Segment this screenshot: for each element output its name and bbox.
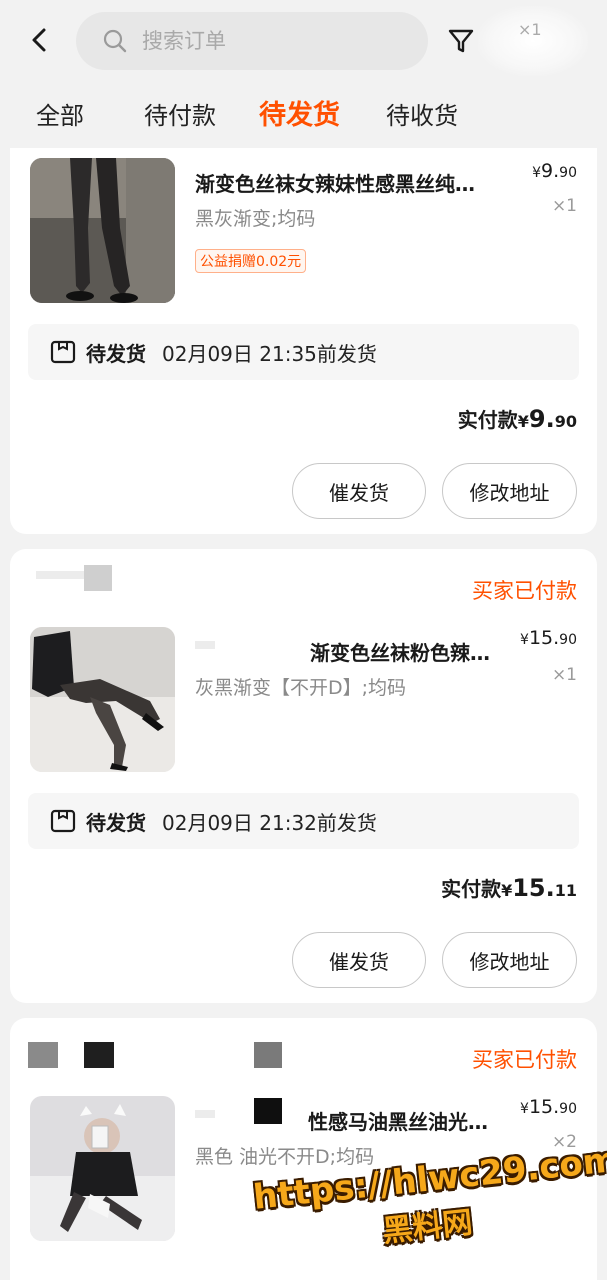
filter-button[interactable]: [446, 24, 480, 58]
amount-paid-label: 实付款: [441, 877, 502, 901]
search-bar[interactable]: [76, 12, 428, 70]
redacted-store-name: [28, 1042, 58, 1068]
redacted-text: [195, 641, 215, 649]
product-sku: 黑灰渐变;均码: [195, 208, 316, 230]
product-title[interactable]: 渐变色丝袜女辣妹性感黑丝纯…: [195, 168, 515, 197]
product-sku: 灰黑渐变【不开D】;均码: [195, 677, 407, 699]
shipping-status: 待发货: [86, 341, 146, 366]
top-bar: ×1 全部 待付款 待发货 待收货: [0, 0, 607, 148]
product-price: ¥9.90: [532, 160, 577, 182]
redacted-store-name: [84, 565, 112, 591]
price-integer: 15.: [528, 1096, 560, 1118]
filter-count: ×1: [518, 20, 542, 39]
product-photo-model: [30, 627, 175, 772]
tab-pending-receipt[interactable]: 待收货: [386, 96, 458, 131]
package-icon: [50, 340, 76, 364]
product-image[interactable]: [30, 627, 175, 772]
product-title[interactable]: 性感马油黑丝油光…: [308, 1106, 520, 1135]
amount-paid: 实付款¥9.90: [458, 404, 577, 433]
filter-icon: [448, 29, 474, 53]
shipping-deadline: 02月09日 21:35前发货: [162, 341, 377, 366]
shipping-info: 待发货 02月09日 21:35前发货: [28, 324, 579, 380]
urge-shipment-button[interactable]: 催发货: [292, 463, 426, 519]
redacted-store-name: [84, 1042, 114, 1068]
modify-address-button[interactable]: 修改地址: [442, 932, 577, 988]
price-cents: 90: [559, 165, 577, 181]
amount-paid-integer: 9.: [528, 405, 555, 433]
currency-symbol: ¥: [532, 165, 542, 181]
search-icon: [103, 29, 127, 53]
product-price: ¥15.90: [520, 1096, 577, 1118]
back-button[interactable]: [22, 22, 58, 58]
tab-pending-payment[interactable]: 待付款: [144, 96, 216, 131]
tab-all[interactable]: 全部: [36, 96, 84, 131]
redacted-area: [478, 6, 588, 76]
shipping-info: 待发货 02月09日 21:32前发货: [28, 793, 579, 849]
chevron-left-icon: [32, 28, 46, 52]
product-sku: 黑色 油光不开D;均码: [195, 1146, 375, 1168]
product-photo-legs: [30, 158, 175, 303]
price-integer: 9.: [541, 160, 560, 182]
modify-address-button[interactable]: 修改地址: [442, 463, 577, 519]
amount-paid-label: 实付款: [457, 408, 518, 432]
amount-paid-cents: 90: [554, 412, 577, 431]
package-icon: [50, 809, 76, 833]
order-status: 买家已付款: [472, 579, 577, 603]
urge-shipment-button[interactable]: 催发货: [292, 932, 426, 988]
order-card[interactable]: 买家已付款 渐变色丝袜粉色辣… 灰黑渐变【不开D】;均码 ¥15.90 ×1 待…: [10, 549, 597, 1003]
amount-paid: 实付款¥15.11: [441, 873, 577, 902]
redacted-text: [254, 1098, 282, 1124]
currency-symbol: ¥: [501, 881, 513, 900]
product-image[interactable]: [30, 158, 175, 303]
product-photo-model: [30, 1096, 175, 1241]
product-price: ¥15.90: [520, 627, 577, 649]
amount-paid-integer: 15.: [512, 874, 555, 902]
price-cents: 90: [559, 632, 577, 648]
search-input[interactable]: [142, 29, 382, 53]
product-title[interactable]: 渐变色丝袜粉色辣…: [310, 637, 520, 666]
amount-paid-cents: 11: [554, 881, 577, 900]
order-tabs: 全部 待付款 待发货 待收货: [0, 88, 607, 144]
price-cents: 90: [559, 1101, 577, 1117]
redacted-text: [195, 1110, 215, 1118]
shipping-status: 待发货: [86, 810, 146, 835]
currency-symbol: ¥: [520, 632, 529, 648]
order-card[interactable]: 渐变色丝袜女辣妹性感黑丝纯… 黑灰渐变;均码 公益捐赠0.02元 ¥9.90 ×…: [10, 120, 597, 534]
currency-symbol: ¥: [520, 1101, 529, 1117]
currency-symbol: ¥: [517, 412, 529, 431]
redacted-store-name: [254, 1042, 282, 1068]
shipping-deadline: 02月09日 21:32前发货: [162, 810, 377, 835]
order-status: 买家已付款: [472, 1048, 577, 1072]
redacted-store-name: [36, 571, 86, 579]
product-quantity: ×1: [551, 665, 577, 685]
price-integer: 15.: [528, 627, 560, 649]
charity-donation-badge: 公益捐赠0.02元: [195, 249, 307, 273]
product-quantity: ×1: [551, 196, 577, 216]
product-image[interactable]: [30, 1096, 175, 1241]
tab-pending-shipment[interactable]: 待发货: [259, 93, 340, 132]
